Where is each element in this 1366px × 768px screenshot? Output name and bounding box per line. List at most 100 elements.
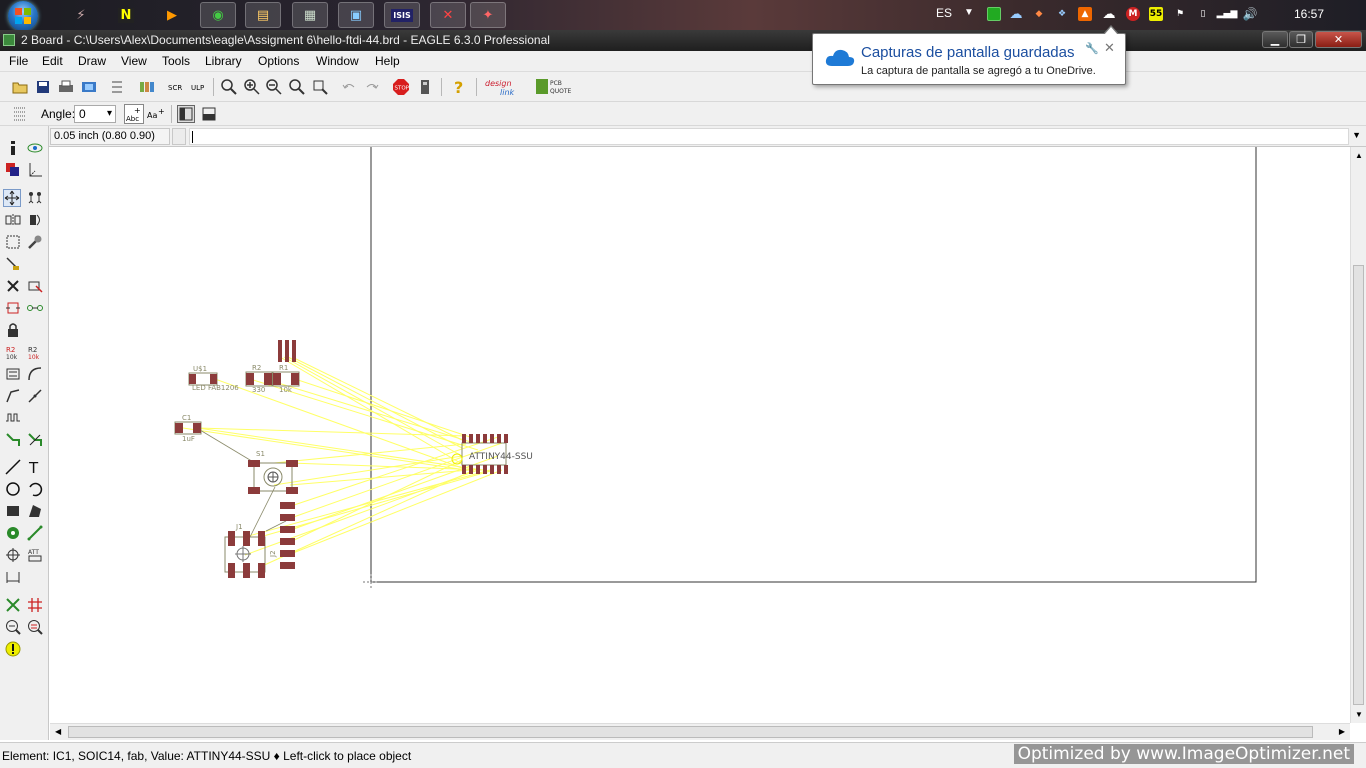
start-button[interactable] (8, 1, 38, 31)
show-eye-icon[interactable] (26, 139, 44, 157)
notification-close-icon[interactable]: ✕ (1104, 40, 1115, 56)
stop-icon[interactable]: STOP (392, 78, 410, 96)
arc-icon[interactable] (26, 480, 44, 498)
menu-view[interactable]: View (121, 54, 147, 68)
zoom-fit-icon[interactable] (220, 78, 238, 96)
component-header-j2[interactable]: J2 (269, 502, 295, 569)
rect-icon[interactable] (4, 502, 22, 520)
board-canvas[interactable]: U$1 LED FAB1206 R2 330 R1 10k C1 1uF S1 … (50, 147, 1350, 723)
component-led-u1[interactable]: U$1 LED FAB1206 (188, 365, 239, 392)
save-icon[interactable] (34, 78, 52, 96)
split-icon[interactable] (4, 387, 22, 405)
onedrive-icon[interactable]: ☁ (1102, 7, 1116, 22)
taskbar-app-explorer[interactable]: ▤ (245, 2, 281, 28)
horizontal-scrollbar[interactable]: ◀ ▶ (50, 723, 1350, 740)
taskbar-app-eagle-brd[interactable]: ✦ (470, 2, 506, 28)
ulp-icon[interactable]: ULP (190, 78, 208, 96)
taskbar-app-chrome[interactable]: ◉ (200, 2, 236, 28)
change-wrench-icon[interactable] (26, 233, 44, 251)
via-icon[interactable] (4, 524, 22, 542)
zoom-redraw-icon[interactable] (288, 78, 306, 96)
menu-help[interactable]: Help (375, 54, 400, 68)
cloud-upload-icon[interactable]: ☁ (1009, 7, 1023, 22)
layout-bottom-icon[interactable] (200, 105, 218, 123)
taskbar-app-eagle-sch[interactable]: ✕ (430, 2, 466, 28)
smash-icon[interactable] (4, 365, 22, 383)
settings-wrench-icon[interactable]: 🔧 (1085, 42, 1099, 55)
menu-edit[interactable]: Edit (42, 54, 63, 68)
redo-icon[interactable] (363, 78, 381, 96)
mirror-text-icon[interactable]: Aa + (147, 105, 165, 123)
display-layers-icon[interactable] (4, 161, 22, 179)
zoom-in-icon[interactable] (243, 78, 261, 96)
design-link-icon[interactable]: design link (484, 76, 528, 98)
eagle-app-icon[interactable] (3, 34, 15, 46)
vertical-scroll-thumb[interactable] (1353, 265, 1364, 705)
signal-icon[interactable] (26, 524, 44, 542)
drc-icon[interactable] (4, 618, 22, 636)
circle-icon[interactable] (4, 480, 22, 498)
menu-draw[interactable]: Draw (78, 54, 106, 68)
ripup-icon[interactable] (26, 431, 44, 449)
layout-top-icon[interactable] (177, 105, 195, 123)
dropbox-icon[interactable]: ❖ (1055, 7, 1069, 21)
cam-processor-icon[interactable] (80, 78, 98, 96)
avast-icon[interactable]: ▲ (1078, 7, 1092, 21)
lock-icon[interactable] (4, 321, 22, 339)
board-drawing[interactable]: U$1 LED FAB1206 R2 330 R1 10k C1 1uF S1 … (50, 147, 1350, 723)
component-switch-s1[interactable]: S1 (248, 450, 298, 494)
taskbar-app-folder[interactable]: ▦ (292, 2, 328, 28)
polygon-icon[interactable] (26, 502, 44, 520)
taskbar-app-isis[interactable]: ISIS (384, 2, 420, 28)
menu-options[interactable]: Options (258, 54, 299, 68)
switch-schematic-icon[interactable] (108, 78, 126, 96)
command-history-button[interactable] (172, 128, 186, 145)
mirror-icon[interactable] (4, 211, 22, 229)
scroll-left-icon[interactable]: ◀ (55, 727, 61, 736)
grid-icon[interactable] (11, 105, 29, 123)
mark-icon[interactable] (26, 161, 44, 179)
spin-text-icon[interactable]: Abc + (124, 104, 144, 124)
meander-icon[interactable] (4, 409, 22, 427)
taskbar-app-monitor[interactable]: ▣ (338, 2, 374, 28)
network-signal-icon[interactable]: ▂▄▆ (1217, 7, 1238, 21)
wire-icon[interactable] (4, 458, 22, 476)
language-dropdown-icon[interactable]: ▼ (964, 7, 974, 18)
command-input[interactable] (189, 128, 1349, 145)
menu-file[interactable]: File (9, 54, 28, 68)
vertical-scrollbar[interactable]: ▲ ▼ (1350, 147, 1366, 723)
language-indicator[interactable]: ES (936, 6, 952, 20)
copy-icon[interactable] (26, 189, 44, 207)
text-icon[interactable]: T (26, 458, 44, 476)
name-icon[interactable]: R2 10k (4, 343, 22, 361)
undo-icon[interactable] (340, 78, 358, 96)
action-center-flag-icon[interactable]: ⚑ (1173, 7, 1187, 21)
app-orange-tray-icon[interactable]: ◆ (1032, 7, 1046, 21)
swap-icon[interactable] (26, 299, 44, 317)
taskbar-app-winamp[interactable]: ⚡ (63, 2, 99, 28)
hole-icon[interactable] (4, 546, 22, 564)
auto-router-icon[interactable] (26, 596, 44, 614)
group-icon[interactable] (4, 233, 22, 251)
info-icon[interactable] (4, 139, 22, 157)
device-icon[interactable]: ▯ (1196, 7, 1210, 21)
onedrive-notification[interactable]: Capturas de pantalla guardadas La captur… (812, 25, 1126, 85)
route-icon[interactable] (4, 431, 22, 449)
component-header-top[interactable] (278, 340, 296, 362)
help-icon[interactable]: ? (450, 78, 468, 96)
zoom-select-icon[interactable] (311, 78, 329, 96)
taskbar-app-n[interactable]: N (108, 2, 144, 28)
horizontal-scroll-thumb[interactable] (68, 726, 1313, 738)
rotate-icon[interactable] (26, 211, 44, 229)
replace-icon[interactable] (4, 299, 22, 317)
volume-icon[interactable]: 🔊 (1243, 7, 1258, 21)
print-icon[interactable] (57, 78, 75, 96)
close-button[interactable]: ✕ (1315, 31, 1362, 48)
maximize-button[interactable]: ❐ (1289, 31, 1313, 48)
scroll-up-icon[interactable]: ▲ (1355, 151, 1363, 160)
paste-icon[interactable] (4, 255, 22, 273)
move-icon[interactable] (3, 189, 21, 207)
library-icon[interactable] (138, 78, 156, 96)
app-55-icon[interactable]: 55 (1149, 7, 1163, 21)
zoom-out-icon[interactable] (265, 78, 283, 96)
